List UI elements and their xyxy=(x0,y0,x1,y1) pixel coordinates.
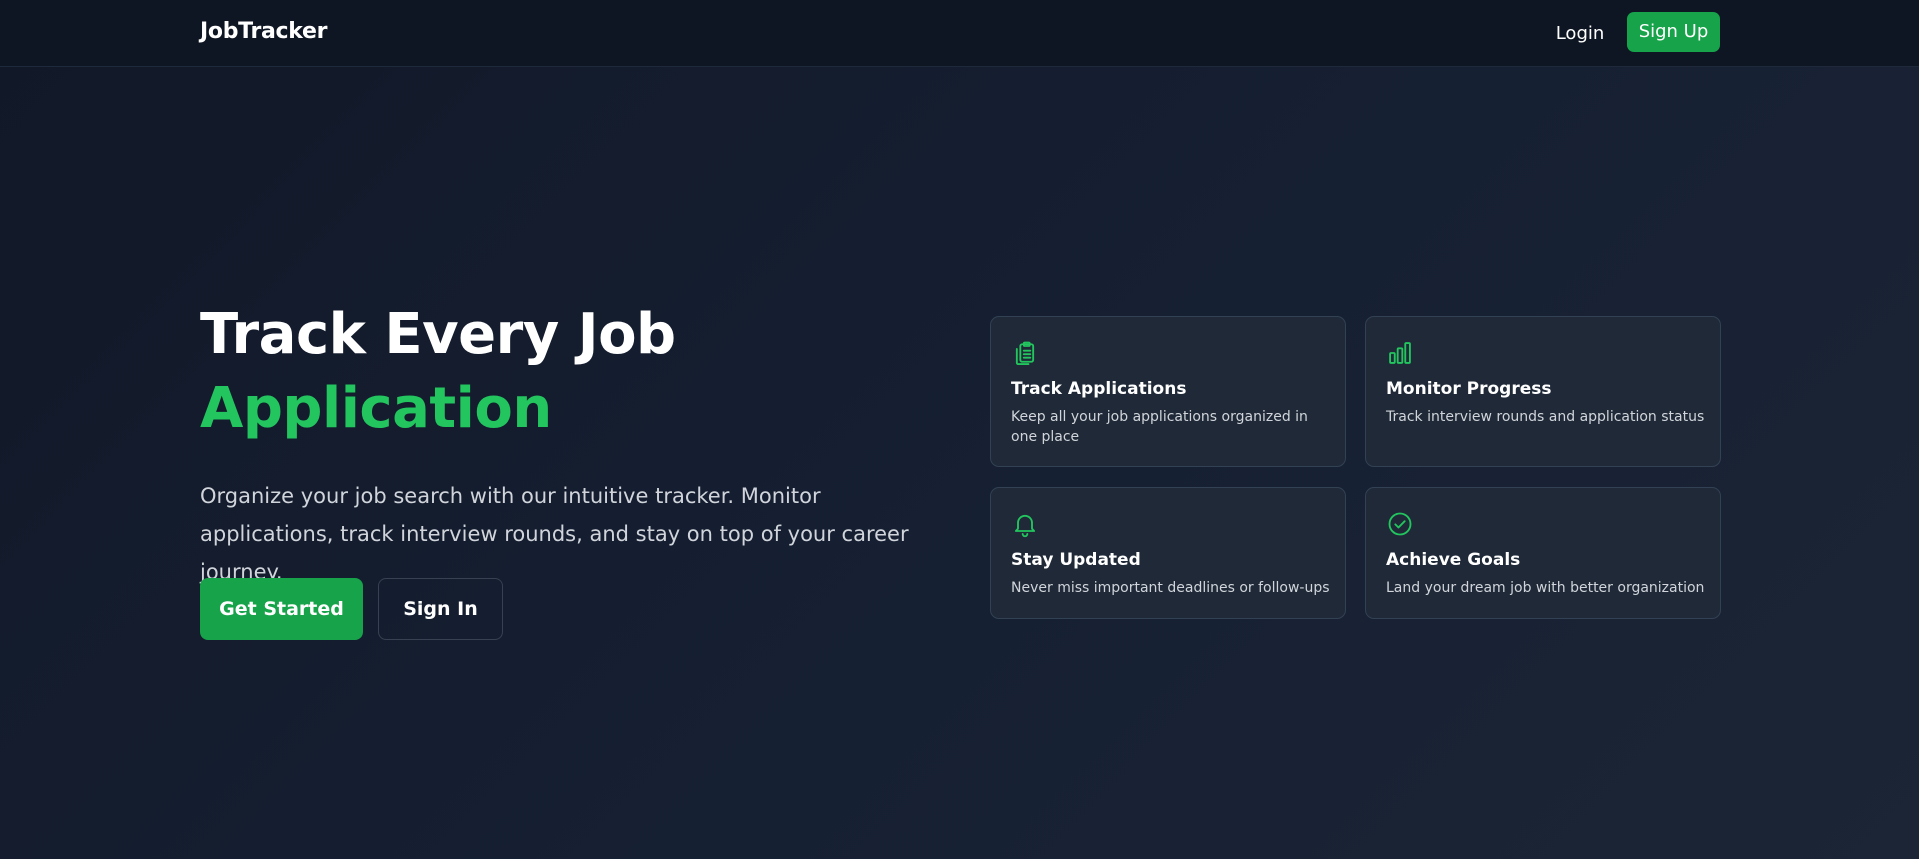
hero-title: Track Every Job Application xyxy=(200,298,676,446)
hero-subtitle: Organize your job search with our intuit… xyxy=(200,484,909,584)
feature-description: Never miss important deadlines or follow… xyxy=(1011,580,1330,596)
brand-logo[interactable]: JobTracker xyxy=(200,19,327,44)
feature-title: Stay Updated xyxy=(1011,550,1141,570)
feature-description: Keep all your job applications organized… xyxy=(1011,409,1308,445)
signup-button[interactable]: Sign Up xyxy=(1627,12,1720,52)
get-started-button[interactable]: Get Started xyxy=(200,578,363,640)
sign-in-button[interactable]: Sign In xyxy=(378,578,503,640)
feature-card-achieve-goals: Achieve Goals Land your dream job with b… xyxy=(1365,487,1721,619)
clipboard-icon xyxy=(1011,339,1039,367)
feature-title: Track Applications xyxy=(1011,379,1187,399)
feature-title: Achieve Goals xyxy=(1386,550,1521,570)
bar-chart-icon xyxy=(1386,339,1414,367)
feature-description: Land your dream job with better organiza… xyxy=(1386,580,1705,596)
feature-card-track-applications: Track Applications Keep all your job app… xyxy=(990,316,1346,467)
feature-card-stay-updated: Stay Updated Never miss important deadli… xyxy=(990,487,1346,619)
feature-title: Monitor Progress xyxy=(1386,379,1552,399)
feature-description: Track interview rounds and application s… xyxy=(1386,409,1705,425)
bell-icon xyxy=(1011,510,1039,538)
feature-card-monitor-progress: Monitor Progress Track interview rounds … xyxy=(1365,316,1721,467)
hero-title-highlight: Application xyxy=(200,376,552,441)
navbar: JobTracker Login Sign Up xyxy=(0,0,1919,67)
check-circle-icon xyxy=(1386,510,1414,538)
login-link[interactable]: Login xyxy=(1548,20,1612,48)
hero-title-line1: Track Every Job xyxy=(200,302,676,367)
